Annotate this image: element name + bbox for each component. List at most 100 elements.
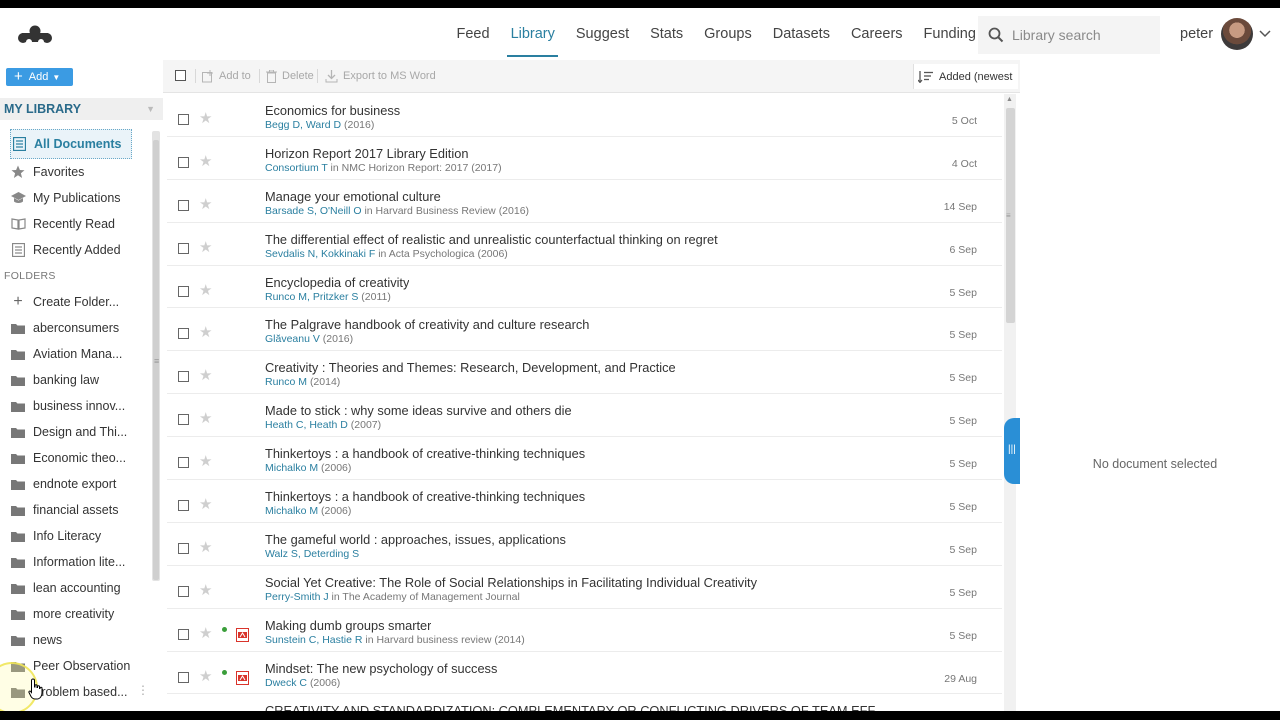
row-checkbox[interactable] [178, 500, 189, 512]
document-row[interactable]: ★ The gameful world : approaches, issues,… [167, 523, 1002, 566]
detail-panel-toggle[interactable]: ||| [1004, 418, 1020, 484]
row-checkbox[interactable] [178, 156, 189, 168]
row-checkbox[interactable] [178, 585, 189, 597]
document-authors[interactable]: Barsade S, O'Neill O [265, 205, 362, 217]
document-row[interactable]: ★ Mindset: The new psychology of success D… [167, 652, 1002, 695]
row-checkbox[interactable] [178, 542, 189, 554]
sidebar-item-all-documents[interactable]: All Documents [10, 129, 132, 159]
folder-item[interactable]: Economic theo... [0, 445, 150, 471]
document-title[interactable]: Social Yet Creative: The Role of Social … [265, 575, 757, 590]
add-to-button[interactable]: Add to [201, 60, 251, 93]
folder-item[interactable]: news [0, 627, 150, 653]
sidebar-item-recently-read[interactable]: Recently Read [0, 211, 150, 237]
favorite-star-icon[interactable]: ★ [199, 626, 212, 641]
library-search-box[interactable] [978, 16, 1160, 54]
document-row[interactable]: ★ Manage your emotional culture Barsade S,… [167, 180, 1002, 223]
folder-item[interactable]: Info Literacy [0, 523, 150, 549]
row-checkbox[interactable] [178, 114, 189, 125]
document-row[interactable]: ★ Horizon Report 2017 Library Edition Cons… [167, 137, 1002, 180]
folder-item[interactable]: banking law [0, 367, 150, 393]
sidebar-item-favorites[interactable]: Favorites [0, 159, 150, 185]
row-checkbox[interactable] [178, 371, 189, 383]
document-authors[interactable]: Consortium T [265, 162, 328, 174]
row-checkbox[interactable] [178, 285, 189, 297]
favorite-star-icon[interactable]: ★ [199, 325, 212, 340]
nav-feed[interactable]: Feed [446, 8, 500, 60]
scroll-up-arrow-icon[interactable]: ▲ [1006, 96, 1013, 103]
favorite-star-icon[interactable]: ★ [199, 111, 212, 126]
folder-item[interactable]: more creativity [0, 601, 150, 627]
document-row[interactable]: ★ Thinkertoys : a handbook of creative-th… [167, 480, 1002, 523]
document-authors[interactable]: Michalko M [265, 462, 318, 474]
document-title[interactable]: The Palgrave handbook of creativity and … [265, 317, 589, 332]
favorite-star-icon[interactable]: ★ [199, 583, 212, 598]
document-authors[interactable]: Walz S, Deterding S [265, 548, 359, 560]
favorite-star-icon[interactable]: ★ [199, 154, 212, 169]
resize-grip-icon[interactable]: ≡ [154, 356, 159, 366]
document-row[interactable]: ★ The Palgrave handbook of creativity and… [167, 308, 1002, 352]
favorite-star-icon[interactable]: ★ [199, 669, 212, 684]
resize-grip-icon[interactable]: ≡ [1006, 211, 1011, 220]
add-button[interactable]: + Add ▼ [6, 68, 73, 86]
document-title[interactable]: Thinkertoys : a handbook of creative-thi… [265, 489, 585, 504]
document-title[interactable]: Making dumb groups smarter [265, 618, 431, 633]
row-checkbox[interactable] [178, 457, 189, 469]
folder-item[interactable]: lean accounting [0, 575, 150, 601]
document-title[interactable]: Manage your emotional culture [265, 189, 441, 204]
sort-dropdown[interactable]: Added (newest [913, 64, 1018, 89]
nav-library[interactable]: Library [500, 8, 565, 60]
row-checkbox[interactable] [178, 242, 189, 254]
document-row[interactable]: ★ The differential effect of realistic an… [167, 223, 1002, 266]
folder-item[interactable]: business innov... [0, 393, 150, 419]
document-title[interactable]: Made to stick : why some ideas survive a… [265, 403, 572, 418]
document-authors[interactable]: Heath C, Heath D [265, 419, 348, 431]
folder-item[interactable]: Aviation Mana... [0, 341, 150, 367]
document-row[interactable]: ★ Encyclopedia of creativity Runco M, Prit… [167, 266, 1002, 309]
folder-item[interactable]: aberconsumers [0, 315, 150, 341]
pdf-icon[interactable] [236, 670, 250, 685]
document-authors[interactable]: Perry-Smith J [265, 591, 329, 603]
document-title[interactable]: The differential effect of realistic and… [265, 232, 718, 247]
row-checkbox[interactable] [178, 199, 189, 211]
favorite-star-icon[interactable]: ★ [199, 411, 212, 426]
pdf-icon[interactable] [236, 627, 250, 642]
document-row[interactable]: ★ Made to stick : why some ideas survive … [167, 394, 1002, 438]
library-search-input[interactable] [1012, 27, 1152, 43]
row-checkbox[interactable] [178, 628, 189, 640]
favorite-star-icon[interactable]: ★ [199, 540, 212, 555]
nav-suggest[interactable]: Suggest [565, 8, 639, 60]
document-title[interactable]: Horizon Report 2017 Library Edition [265, 146, 468, 161]
document-title[interactable]: CREATIVITY AND STANDARDIZATION: COMPLEME… [265, 703, 885, 711]
sidebar-item-recently-added[interactable]: Recently Added [0, 237, 150, 263]
nav-datasets[interactable]: Datasets [762, 8, 840, 60]
user-menu[interactable]: peter [1180, 18, 1271, 50]
document-authors[interactable]: Michalko M [265, 505, 318, 517]
document-row[interactable]: ★CREATIVITY AND STANDARDIZATION: COMPLEM… [167, 694, 1002, 711]
document-authors[interactable]: Runco M, Pritzker S [265, 291, 358, 303]
document-title[interactable]: Encyclopedia of creativity [265, 275, 409, 290]
favorite-star-icon[interactable]: ★ [199, 454, 212, 469]
favorite-star-icon[interactable]: ★ [199, 283, 212, 298]
delete-button[interactable]: Delete [266, 60, 314, 93]
document-title[interactable]: Mindset: The new psychology of success [265, 661, 497, 676]
create-folder-button[interactable]: + Create Folder... [0, 289, 150, 315]
document-title[interactable]: Thinkertoys : a handbook of creative-thi… [265, 446, 585, 461]
document-row[interactable]: ★ Social Yet Creative: The Role of Social… [167, 566, 1002, 609]
document-row[interactable]: ★ Making dumb groups smarter Sunstein C, H… [167, 609, 1002, 652]
my-library-header[interactable]: MY LIBRARY ▼ [0, 98, 163, 120]
document-title[interactable]: Creativity : Theories and Themes: Resear… [265, 360, 676, 375]
folder-item[interactable]: Design and Thi... [0, 419, 150, 445]
favorite-star-icon[interactable]: ★ [199, 197, 212, 212]
document-row[interactable]: ★ Economics for business Begg D, Ward D (2… [167, 94, 1002, 137]
mendeley-logo-icon[interactable] [16, 23, 54, 45]
document-authors[interactable]: Runco M [265, 376, 307, 388]
document-authors[interactable]: Glăveanu V [265, 333, 320, 345]
nav-funding[interactable]: Funding [913, 8, 986, 60]
document-row[interactable]: ★ Thinkertoys : a handbook of creative-th… [167, 437, 1002, 481]
document-row[interactable]: ★ Creativity : Theories and Themes: Resea… [167, 351, 1002, 395]
document-title[interactable]: Economics for business [265, 103, 400, 118]
export-to-word-button[interactable]: Export to MS Word [325, 60, 436, 93]
document-authors[interactable]: Sevdalis N, Kokkinaki F [265, 248, 375, 260]
sidebar-item-my-publications[interactable]: My Publications [0, 185, 150, 211]
favorite-star-icon[interactable]: ★ [199, 240, 212, 255]
